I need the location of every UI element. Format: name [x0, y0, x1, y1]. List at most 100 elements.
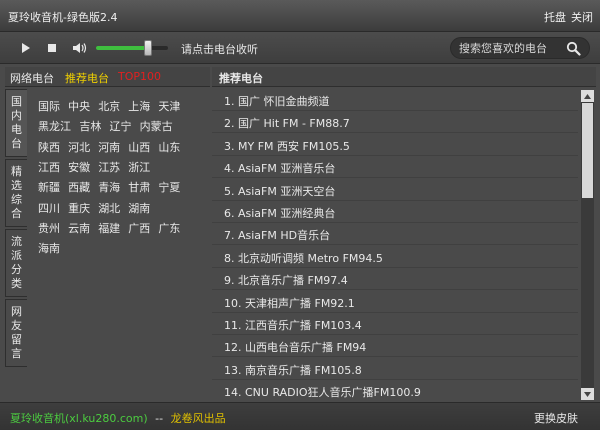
- scrollbar[interactable]: [581, 90, 594, 400]
- side-tab-char: 友: [11, 319, 22, 332]
- footer-credit: 夏玲收音机(xl.ku280.com) -- 龙卷风出品: [10, 410, 226, 426]
- region-link[interactable]: 贵州: [38, 220, 60, 236]
- station-panel: 推荐电台 1. 国广 怀旧金曲频道 2. 国广 Hit FM - FM88.7 3.…: [212, 67, 596, 400]
- region-link[interactable]: 浙江: [128, 159, 150, 175]
- tray-button[interactable]: 托盘: [544, 9, 566, 25]
- region-link[interactable]: 江西: [38, 159, 60, 175]
- region-link[interactable]: 安徽: [68, 159, 90, 175]
- volume-icon[interactable]: [72, 42, 88, 54]
- side-tab-3[interactable]: 流派分类: [5, 229, 27, 297]
- station-row[interactable]: 13. 南京音乐广播 FM105.8: [212, 358, 578, 380]
- side-tab-char: 网: [11, 305, 22, 318]
- station-header-label: 推荐电台: [219, 72, 263, 85]
- station-name: 10. 天津相声广播 FM92.1: [224, 296, 355, 310]
- station-row[interactable]: 7. AsiaFM HD音乐台: [212, 223, 578, 246]
- station-name: 13. 南京音乐广播 FM105.8: [224, 363, 362, 377]
- station-row[interactable]: 11. 江西音乐广播 FM103.4: [212, 313, 578, 335]
- title-bar: 夏玲收音机-绿色版2.4 托盘 关闭: [0, 0, 600, 32]
- side-tab-char: 合: [11, 207, 22, 220]
- station-row[interactable]: 1. 国广 怀旧金曲频道: [212, 89, 578, 111]
- region-link[interactable]: 新疆: [38, 179, 60, 195]
- side-tab-char: 流: [11, 235, 22, 248]
- region-link[interactable]: 甘肃: [128, 179, 150, 195]
- change-skin-button[interactable]: 更换皮肤: [534, 410, 578, 426]
- scroll-up-button[interactable]: [581, 90, 594, 102]
- region-link[interactable]: 福建: [98, 220, 120, 236]
- side-tab-char: 分: [11, 263, 22, 276]
- region-link[interactable]: 山东: [158, 139, 180, 155]
- region-link[interactable]: 湖北: [98, 200, 120, 216]
- region-link[interactable]: 海南: [38, 240, 60, 256]
- region-link[interactable]: 辽宁: [110, 118, 132, 134]
- side-tab-4[interactable]: 网友留言: [5, 299, 27, 367]
- station-row[interactable]: 9. 北京音乐广播 FM97.4: [212, 268, 578, 291]
- side-tab-char: 国: [11, 95, 22, 108]
- region-link[interactable]: 内蒙古: [140, 118, 173, 134]
- region-link[interactable]: 河北: [68, 139, 90, 155]
- play-button[interactable]: [18, 40, 34, 56]
- station-row[interactable]: 3. MY FM 西安 FM105.5: [212, 134, 578, 156]
- region-link[interactable]: 重庆: [68, 200, 90, 216]
- station-name: 12. 山西电台音乐广播 FM94: [224, 341, 367, 355]
- station-row[interactable]: 5. AsiaFM 亚洲天空台: [212, 179, 578, 201]
- volume-slider[interactable]: [96, 40, 168, 56]
- region-link[interactable]: 湖南: [128, 200, 150, 216]
- side-tab-char: 精: [11, 165, 22, 178]
- region-link[interactable]: 中央: [68, 98, 90, 114]
- search-input[interactable]: [459, 41, 565, 56]
- site-link[interactable]: 夏玲收音机(xl.ku280.com): [10, 412, 148, 425]
- tab-top100[interactable]: TOP100: [118, 70, 161, 83]
- region-link[interactable]: 河南: [98, 139, 120, 155]
- region-link[interactable]: 黑龙江: [38, 118, 71, 134]
- search-icon[interactable]: [566, 41, 581, 56]
- search-box[interactable]: [450, 37, 590, 59]
- region-link[interactable]: 吉林: [79, 118, 101, 134]
- close-button[interactable]: 关闭: [571, 9, 593, 25]
- region-link[interactable]: 宁夏: [158, 179, 180, 195]
- region-link[interactable]: 天津: [158, 98, 180, 114]
- scroll-down-button[interactable]: [581, 388, 594, 400]
- station-row[interactable]: 14. CNU RADIO狂人音乐广播FM100.9: [212, 380, 578, 400]
- region-link[interactable]: 上海: [128, 98, 150, 114]
- station-name: 7. AsiaFM HD音乐台: [224, 229, 331, 243]
- region-link[interactable]: 江苏: [98, 159, 120, 175]
- side-tab-2[interactable]: 精选综合: [5, 159, 27, 227]
- side-tab-char: 留: [11, 333, 22, 346]
- region-link[interactable]: 山西: [128, 139, 150, 155]
- stop-icon: [48, 44, 56, 52]
- arrow-down-icon: [584, 391, 591, 397]
- side-tab-char: 言: [11, 347, 22, 360]
- station-name: 1. 国广 怀旧金曲频道: [224, 95, 330, 108]
- side-tabs: 国内电台精选综合流派分类网友留言: [5, 89, 27, 389]
- region-link[interactable]: 陕西: [38, 139, 60, 155]
- station-name: 2. 国广 Hit FM - FM88.7: [224, 117, 350, 131]
- side-tab-1[interactable]: 国内电台: [5, 89, 27, 157]
- tab-network-radio[interactable]: 网络电台: [10, 70, 54, 86]
- stop-button[interactable]: [44, 40, 60, 56]
- station-name: 5. AsiaFM 亚洲天空台: [224, 184, 336, 198]
- side-tab-char: 派: [11, 249, 22, 262]
- scroll-thumb[interactable]: [582, 103, 593, 198]
- station-row[interactable]: 10. 天津相声广播 FM92.1: [212, 291, 578, 313]
- region-link[interactable]: 国际: [38, 98, 60, 114]
- volume-thumb[interactable]: [143, 40, 152, 56]
- tab-recommended[interactable]: 推荐电台: [65, 70, 109, 86]
- station-name: 4. AsiaFM 亚洲音乐台: [224, 162, 336, 176]
- station-name: 6. AsiaFM 亚洲经典台: [224, 207, 336, 220]
- region-link[interactable]: 广西: [128, 220, 150, 236]
- volume-fill: [96, 46, 148, 50]
- station-row[interactable]: 12. 山西电台音乐广播 FM94: [212, 335, 578, 358]
- side-tab-char: 电: [11, 123, 22, 136]
- footer: 夏玲收音机(xl.ku280.com) -- 龙卷风出品 更换皮肤: [0, 402, 600, 430]
- region-link[interactable]: 四川: [38, 200, 60, 216]
- region-link[interactable]: 西藏: [68, 179, 90, 195]
- region-link[interactable]: 北京: [98, 98, 120, 114]
- author-link[interactable]: 龙卷风出品: [171, 412, 226, 425]
- station-row[interactable]: 2. 国广 Hit FM - FM88.7: [212, 111, 578, 134]
- region-link[interactable]: 云南: [68, 220, 90, 236]
- station-row[interactable]: 6. AsiaFM 亚洲经典台: [212, 201, 578, 223]
- station-row[interactable]: 4. AsiaFM 亚洲音乐台: [212, 156, 578, 179]
- region-link[interactable]: 广东: [158, 220, 180, 236]
- region-link[interactable]: 青海: [98, 179, 120, 195]
- station-row[interactable]: 8. 北京动听调频 Metro FM94.5: [212, 246, 578, 268]
